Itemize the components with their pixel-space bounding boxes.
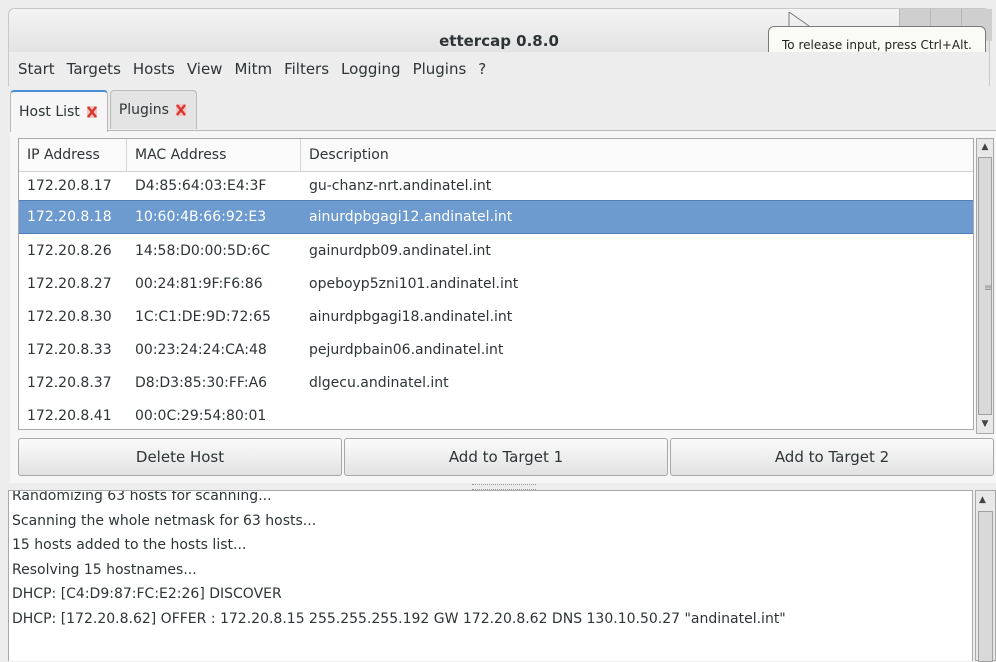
add-to-target-1-button[interactable]: Add to Target 1: [344, 438, 668, 476]
table-row-selected[interactable]: 172.20.8.18 10:60:4B:66:92:E3 ainurdpbga…: [19, 200, 973, 234]
tab-label: Plugins: [118, 102, 169, 118]
menu-view[interactable]: View: [187, 60, 223, 78]
cell-description: gainurdpb09.andinatel.int: [309, 242, 491, 259]
delete-host-button[interactable]: Delete Host: [18, 438, 342, 476]
column-header-ip[interactable]: IP Address: [19, 139, 127, 171]
cell-description: ainurdpbgagi12.andinatel.int: [309, 209, 513, 225]
tab-plugins[interactable]: Plugins: [109, 90, 197, 129]
cell-mac: 00:0C:29:54:80:01: [135, 407, 267, 424]
menu-bar: Start Targets Hosts View Mitm Filters Lo…: [8, 52, 990, 86]
cell-ip: 172.20.8.26: [27, 242, 112, 259]
log-line: DHCP: [C4:D9:87:FC:E2:26] DISCOVER: [12, 586, 282, 602]
column-header-description[interactable]: Description: [301, 139, 973, 171]
host-actions: Delete Host Add to Target 1 Add to Targe…: [18, 438, 996, 478]
cell-description: opeboyp5zni101.andinatel.int: [309, 275, 519, 292]
menu-help[interactable]: ?: [478, 60, 486, 78]
cell-ip: 172.20.8.17: [27, 178, 112, 194]
scroll-up-icon[interactable]: ▲: [979, 140, 991, 154]
menu-start[interactable]: Start: [18, 60, 55, 78]
cell-ip: 172.20.8.27: [27, 275, 112, 292]
tab-host-list[interactable]: Host List: [10, 90, 108, 132]
cell-description: dlgecu.andinatel.int: [309, 374, 449, 391]
table-row[interactable]: 172.20.8.33 00:23:24:24:CA:48 pejurdpbai…: [19, 333, 973, 366]
menu-mitm[interactable]: Mitm: [234, 60, 272, 78]
log-line: Resolving 15 hostnames...: [12, 561, 197, 578]
add-to-target-2-button[interactable]: Add to Target 2: [670, 438, 994, 476]
menu-hosts[interactable]: Hosts: [133, 60, 175, 78]
menu-plugins[interactable]: Plugins: [413, 60, 467, 78]
cell-ip: 172.20.8.30: [27, 308, 112, 325]
cell-mac: 1C:C1:DE:9D:72:65: [135, 308, 271, 325]
table-row[interactable]: 172.20.8.26 14:58:D0:00:5D:6C gainurdpb0…: [19, 234, 973, 267]
cell-mac: 00:24:81:9F:F6:86: [135, 275, 263, 292]
tab-bar: Host List Plugins: [10, 90, 199, 132]
log-line: 15 hosts added to the hosts list...: [12, 537, 247, 553]
column-header-mac[interactable]: MAC Address: [127, 139, 301, 171]
menu-filters[interactable]: Filters: [284, 60, 329, 78]
table-row[interactable]: 172.20.8.37 D8:D3:85:30:FF:A6 dlgecu.and…: [19, 366, 973, 399]
menu-targets[interactable]: Targets: [67, 60, 121, 78]
log-line: Scanning the whole netmask for 63 hosts.…: [12, 512, 317, 529]
cell-ip: 172.20.8.41: [27, 407, 112, 424]
host-list: IP Address MAC Address Description 172.2…: [18, 138, 974, 430]
table-row[interactable]: 172.20.8.30 1C:C1:DE:9D:72:65 ainurdpbga…: [19, 300, 973, 333]
table-row[interactable]: 172.20.8.17 D4:85:64:03:E4:3F gu-chanz-n…: [19, 172, 973, 200]
host-list-scrollbar[interactable]: ▲ ≡ ▼: [976, 138, 994, 434]
cell-mac: 10:60:4B:66:92:E3: [135, 209, 267, 225]
menu-logging[interactable]: Logging: [341, 60, 401, 78]
scrollbar-thumb[interactable]: [978, 511, 993, 662]
cell-ip: 172.20.8.18: [27, 209, 112, 225]
table-row[interactable]: 172.20.8.27 00:24:81:9F:F6:86 opeboyp5zn…: [19, 267, 973, 300]
cell-description: ainurdpbgagi18.andinatel.int: [309, 308, 513, 325]
log-line: Randomizing 63 hosts for scanning...: [12, 490, 272, 504]
tab-label: Host List: [19, 104, 80, 120]
host-list-header: IP Address MAC Address Description: [19, 139, 973, 172]
table-row[interactable]: 172.20.8.41 00:0C:29:54:80:01: [19, 399, 973, 429]
cell-mac: 14:58:D0:00:5D:6C: [135, 242, 271, 259]
cell-ip: 172.20.8.33: [27, 341, 112, 358]
cell-description: gu-chanz-nrt.andinatel.int: [309, 178, 492, 194]
scroll-up-icon[interactable]: ▲: [979, 495, 986, 505]
scroll-down-icon[interactable]: ▼: [979, 417, 991, 431]
cell-mac: 00:23:24:24:CA:48: [135, 341, 267, 358]
log-output: Randomizing 63 hosts for scanning... Sca…: [8, 490, 973, 661]
scrollbar-thumb[interactable]: ≡: [978, 157, 992, 415]
log-scrollbar[interactable]: ▲: [975, 490, 996, 662]
cell-mac: D8:D3:85:30:FF:A6: [135, 374, 268, 391]
close-tab-icon[interactable]: [86, 106, 97, 118]
cell-description: [301, 399, 973, 429]
grip-icon: ≡: [984, 283, 993, 294]
close-tab-icon[interactable]: [175, 104, 186, 116]
log-line: DHCP: [172.20.8.62] OFFER : 172.20.8.15 …: [12, 610, 786, 627]
cell-mac: D4:85:64:03:E4:3F: [135, 178, 267, 194]
tooltip-text: To release input, press Ctrl+Alt.: [782, 38, 972, 52]
cell-ip: 172.20.8.37: [27, 374, 112, 391]
cell-description: pejurdpbain06.andinatel.int: [309, 341, 504, 358]
